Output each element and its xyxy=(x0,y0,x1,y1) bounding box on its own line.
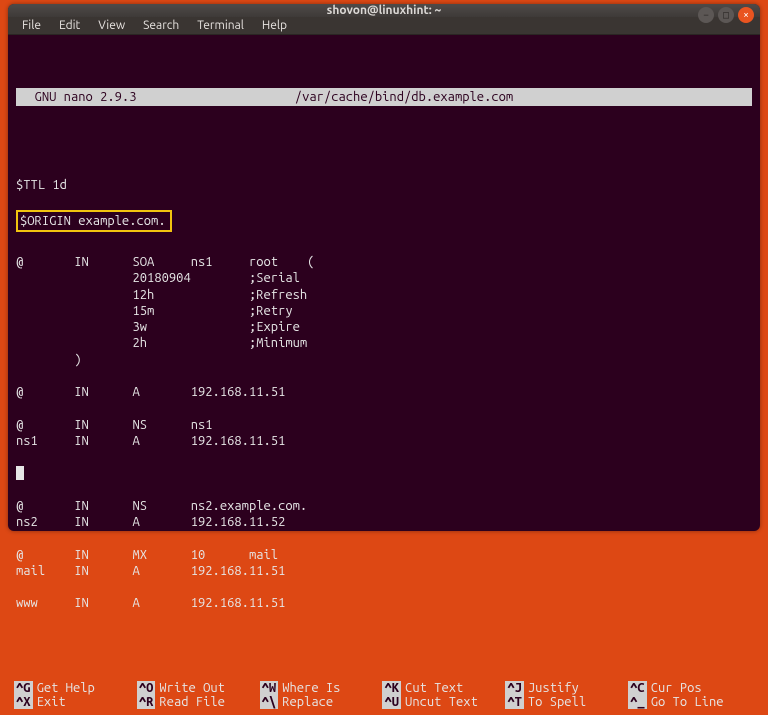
label-exit: Exit xyxy=(37,695,66,709)
maximize-icon: □ xyxy=(723,10,729,20)
label-write-out: Write Out xyxy=(159,681,225,695)
close-icon: × xyxy=(743,10,749,20)
label-where-is: Where Is xyxy=(282,681,340,695)
close-button[interactable]: × xyxy=(738,7,754,23)
window-title: shovon@linuxhint: ~ xyxy=(327,4,442,17)
minimize-icon: − xyxy=(703,10,709,20)
zone-body-upper: @ IN SOA ns1 root ( 20180904 ;Serial 12h… xyxy=(16,254,752,449)
shortcut-col-3: ^K Cut Text ^U Uncut Text xyxy=(382,681,505,709)
origin-line-highlight: $ORIGIN example.com. xyxy=(16,210,172,232)
menu-view[interactable]: View xyxy=(90,17,133,34)
origin-line: $ORIGIN example.com. xyxy=(20,214,166,228)
label-justify: Justify xyxy=(528,681,579,695)
text-cursor xyxy=(16,466,24,480)
key-replace[interactable]: ^\ xyxy=(260,695,279,709)
terminal-window: shovon@linuxhint: ~ − □ × File Edit View… xyxy=(8,4,760,531)
label-cut-text: Cut Text xyxy=(405,681,463,695)
shortcut-col-1: ^OWrite Out ^RRead File xyxy=(137,681,260,709)
key-read-file[interactable]: ^R xyxy=(137,695,156,709)
shortcut-col-5: ^C Cur Pos ^_ Go To Line xyxy=(628,681,751,709)
key-justify[interactable]: ^J xyxy=(505,681,524,695)
key-uncut-text[interactable]: ^U xyxy=(382,695,401,709)
label-read-file: Read File xyxy=(159,695,225,709)
menubar: File Edit View Search Terminal Help xyxy=(8,17,760,35)
menu-file[interactable]: File xyxy=(14,17,49,34)
zone-body-lower: @ IN NS ns2.example.com. ns2 IN A 192.16… xyxy=(16,482,752,612)
key-exit[interactable]: ^X xyxy=(14,695,33,709)
shortcut-col-2: ^WWhere Is ^\Replace xyxy=(260,681,383,709)
key-to-spell[interactable]: ^T xyxy=(505,695,524,709)
shortcut-col-4: ^J Justify ^T To Spell xyxy=(505,681,628,709)
key-where-is[interactable]: ^W xyxy=(260,681,279,695)
shortcut-col-0: ^G Get Help ^X Exit xyxy=(14,681,137,709)
window-titlebar: shovon@linuxhint: ~ − □ × xyxy=(8,4,760,17)
key-get-help[interactable]: ^G xyxy=(14,681,33,695)
label-replace: Replace xyxy=(282,695,333,709)
window-buttons: − □ × xyxy=(698,7,754,23)
nano-titlebar: GNU nano 2.9.3 /var/cache/bind/db.exampl… xyxy=(16,88,752,106)
label-uncut-text: Uncut Text xyxy=(405,695,478,709)
key-cur-pos[interactable]: ^C xyxy=(628,681,647,695)
nano-app-label: GNU nano 2.9.3 xyxy=(20,89,220,105)
key-write-out[interactable]: ^O xyxy=(137,681,156,695)
menu-search[interactable]: Search xyxy=(135,17,187,34)
ttl-line: $TTL 1d xyxy=(16,177,752,193)
label-to-spell: To Spell xyxy=(528,695,586,709)
key-cut-text[interactable]: ^K xyxy=(382,681,401,695)
label-go-to-line: Go To Line xyxy=(651,695,724,709)
menu-terminal[interactable]: Terminal xyxy=(189,17,252,34)
key-go-to-line[interactable]: ^_ xyxy=(628,695,647,709)
nano-file-path: /var/cache/bind/db.example.com xyxy=(220,89,588,105)
minimize-button[interactable]: − xyxy=(698,7,714,23)
terminal-body[interactable]: GNU nano 2.9.3 /var/cache/bind/db.exampl… xyxy=(8,35,760,679)
editor-content[interactable]: $TTL 1d $ORIGIN example.com. @ IN SOA ns… xyxy=(16,161,752,644)
maximize-button[interactable]: □ xyxy=(718,7,734,23)
label-get-help: Get Help xyxy=(37,681,95,695)
label-cur-pos: Cur Pos xyxy=(651,681,702,695)
menu-help[interactable]: Help xyxy=(254,17,295,34)
nano-shortcut-bar: ^G Get Help ^X Exit ^OWrite Out ^RRead Fil… xyxy=(8,679,760,715)
menu-edit[interactable]: Edit xyxy=(51,17,88,34)
